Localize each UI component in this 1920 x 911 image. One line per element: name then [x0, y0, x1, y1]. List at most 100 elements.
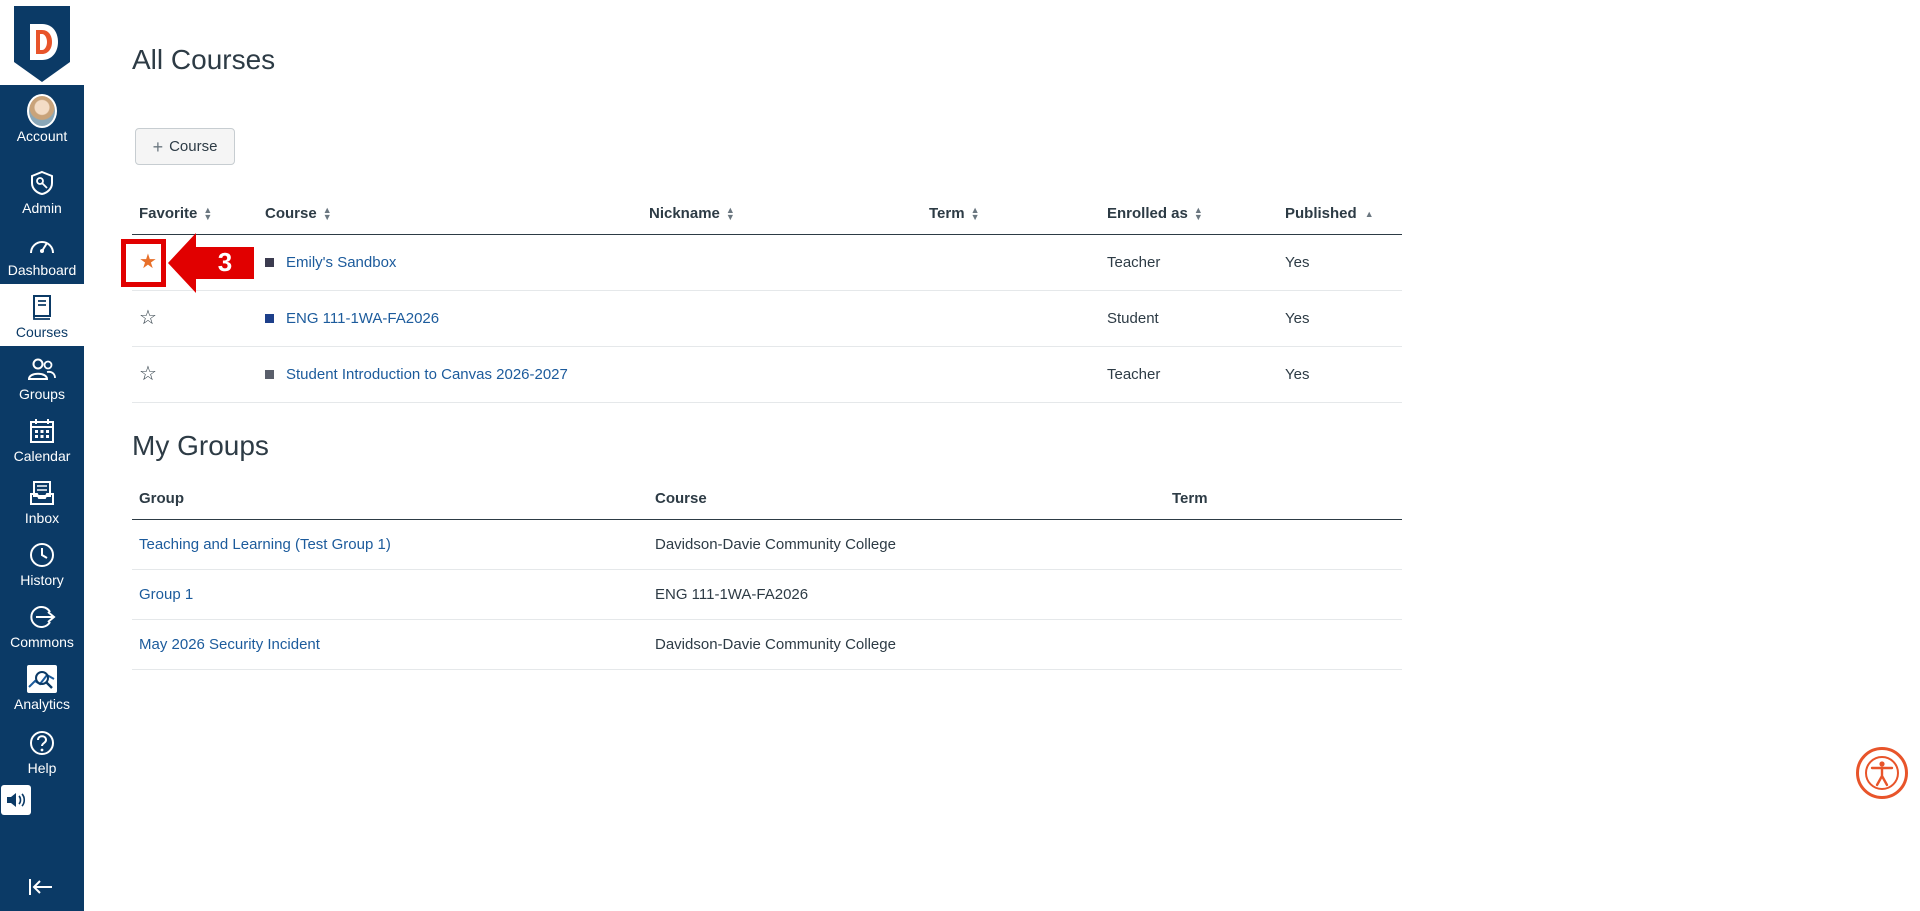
group-column-header: Group [132, 479, 648, 520]
group-course-cell: Davidson-Davie Community College [648, 619, 1165, 670]
group-term-cell [1165, 619, 1402, 670]
add-course-button[interactable]: + Course [135, 128, 235, 165]
term-cell [922, 290, 1100, 347]
text-to-speech-button[interactable] [1, 785, 31, 815]
table-row: ★ Emily's Sandbox Teacher Yes [132, 234, 1402, 291]
courses-table: Favorite ▲ ▼ Course ▲ ▼ Nickname ▲ ▼ Term ▲ ▼ En… [132, 194, 1402, 403]
groups-table: Group Course Term Teaching and Learning … [132, 479, 1402, 670]
nav-commons-label: Commons [10, 634, 74, 650]
history-clock-icon [27, 540, 57, 570]
accessibility-person-icon [1865, 756, 1899, 790]
enrolled-as-cell: Student [1100, 290, 1278, 347]
nickname-column-header[interactable]: Nickname ▲ ▼ [642, 194, 922, 235]
inbox-icon [27, 478, 57, 508]
institution-logo-icon [14, 6, 70, 82]
nav-courses[interactable]: Courses [0, 284, 84, 346]
group-course-cell: Davidson-Davie Community College [648, 519, 1165, 570]
table-row: May 2026 Security Incident Davidson-Davi… [132, 619, 1402, 670]
group-course-cell: ENG 111-1WA-FA2026 [648, 569, 1165, 620]
course-link[interactable]: Emily's Sandbox [286, 254, 396, 271]
nav-analytics[interactable]: Analytics [0, 656, 84, 718]
published-column-header[interactable]: Published ▲ [1278, 194, 1402, 235]
published-cell: Yes [1278, 290, 1402, 347]
favorite-star-outline-icon[interactable]: ☆ [139, 307, 157, 329]
nav-admin[interactable]: Admin [0, 160, 84, 222]
nav-analytics-label: Analytics [13, 696, 71, 712]
term-cell [922, 234, 1100, 291]
nav-admin-label: Admin [22, 200, 62, 216]
speaker-icon [7, 793, 26, 807]
nav-calendar-label: Calendar [13, 448, 71, 464]
calendar-icon [27, 416, 57, 446]
nav-history[interactable]: History [0, 532, 84, 594]
course-link[interactable]: ENG 111-1WA-FA2026 [286, 310, 439, 327]
nav-dashboard[interactable]: Dashboard [0, 222, 84, 284]
nickname-cell [642, 346, 922, 403]
nav-account-label: Account [16, 128, 68, 144]
groups-header-row: Group Course Term [132, 479, 1402, 520]
annotation-highlight-box [121, 239, 166, 287]
institution-logo[interactable] [0, 0, 84, 85]
term-cell [922, 346, 1100, 403]
global-navigation: Account Admin Dashboard Courses Groups C… [0, 0, 84, 911]
enrolled-as-cell: Teacher [1100, 234, 1278, 291]
nav-history-label: History [20, 572, 64, 588]
sort-icon: ▲ ▼ [1193, 205, 1203, 223]
group-term-cell [1165, 519, 1402, 570]
group-term-column-header: Term [1165, 479, 1402, 520]
published-cell: Yes [1278, 346, 1402, 403]
enrolled-as-cell: Teacher [1100, 346, 1278, 403]
nav-account[interactable]: Account [0, 88, 84, 150]
group-link[interactable]: May 2026 Security Incident [139, 636, 320, 653]
course-color-swatch [265, 370, 274, 380]
page-title: All Courses [132, 44, 276, 75]
nickname-cell [642, 234, 922, 291]
help-icon [27, 728, 57, 758]
table-row: ☆ Student Introduction to Canvas 2026-20… [132, 346, 1402, 403]
term-column-header[interactable]: Term ▲ ▼ [922, 194, 1100, 235]
nav-dashboard-label: Dashboard [7, 262, 77, 278]
nav-commons[interactable]: Commons [0, 594, 84, 656]
nav-help[interactable]: Help [0, 720, 84, 782]
nav-inbox-label: Inbox [24, 510, 60, 526]
sort-icon: ▲ ▼ [203, 205, 213, 223]
course-color-swatch [265, 314, 274, 324]
sort-icon: ▲ ▼ [970, 205, 980, 223]
my-groups-title: My Groups [132, 430, 269, 461]
nav-groups[interactable]: Groups [0, 346, 84, 408]
favorite-star-outline-icon[interactable]: ☆ [139, 363, 157, 385]
sort-icon: ▲ ▼ [725, 205, 735, 223]
published-cell: Yes [1278, 234, 1402, 291]
dashboard-gauge-icon [27, 230, 57, 260]
commons-icon [27, 602, 57, 632]
group-course-column-header: Course [648, 479, 1165, 520]
nav-inbox[interactable]: Inbox [0, 470, 84, 532]
group-link[interactable]: Group 1 [139, 586, 193, 603]
nav-help-label: Help [27, 760, 57, 776]
sort-icon: ▲ ▼ [322, 205, 332, 223]
accessibility-button[interactable] [1856, 747, 1908, 799]
group-link[interactable]: Teaching and Learning (Test Group 1) [139, 536, 391, 553]
enrolled-as-column-header[interactable]: Enrolled as ▲ ▼ [1100, 194, 1278, 235]
add-course-label: Course [169, 138, 218, 155]
courses-header-row: Favorite ▲ ▼ Course ▲ ▼ Nickname ▲ ▼ Term ▲ ▼ En… [132, 194, 1402, 235]
collapse-nav-button[interactable] [27, 876, 57, 902]
course-column-header[interactable]: Course ▲ ▼ [258, 194, 642, 235]
course-link[interactable]: Student Introduction to Canvas 2026-2027 [286, 366, 568, 383]
table-row: Group 1 ENG 111-1WA-FA2026 [132, 569, 1402, 620]
nav-courses-label: Courses [15, 324, 69, 340]
annotation-step-number: 3 [217, 247, 233, 277]
analytics-icon [27, 664, 57, 694]
favorite-column-header[interactable]: Favorite ▲ ▼ [132, 194, 258, 235]
avatar [27, 94, 57, 128]
plus-icon: + [152, 136, 164, 157]
table-row: ☆ ENG 111-1WA-FA2026 Student Yes [132, 290, 1402, 347]
nav-calendar[interactable]: Calendar [0, 408, 84, 470]
sort-ascending-icon: ▲ [1364, 208, 1374, 219]
course-color-swatch [265, 258, 274, 268]
admin-shield-icon [27, 168, 57, 198]
table-row: Teaching and Learning (Test Group 1) Dav… [132, 519, 1402, 570]
group-term-cell [1165, 569, 1402, 620]
groups-people-icon [27, 354, 57, 384]
courses-book-icon [27, 292, 57, 322]
